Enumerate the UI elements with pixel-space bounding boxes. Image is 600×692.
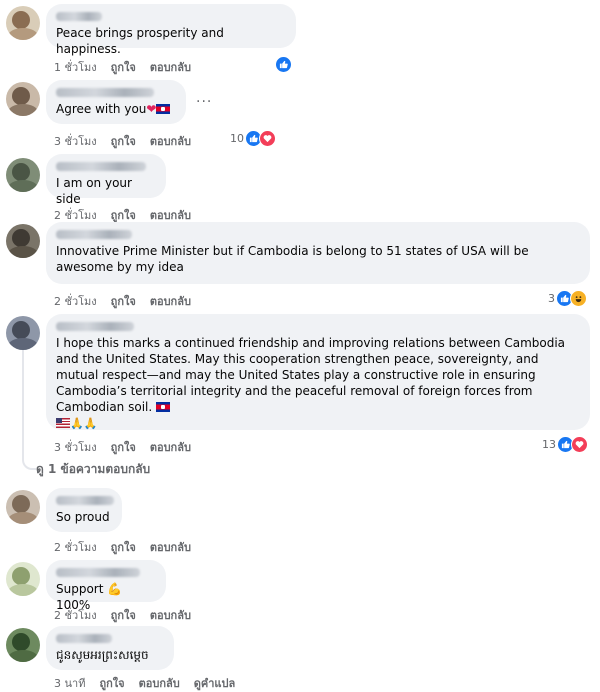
reply-thread-line: [22, 350, 36, 470]
reaction-summary[interactable]: 3: [548, 290, 587, 307]
comment-actions: 2 ชั่วโมง ถูกใจ ตอบกลับ: [54, 606, 191, 624]
comment-bubble: Support 💪 100%: [46, 560, 166, 612]
view-replies-link[interactable]: ดู 1 ข้อความตอบกลับ: [36, 460, 150, 479]
reply-button[interactable]: ตอบกลับ: [150, 292, 191, 310]
comment-time[interactable]: 2 ชั่วโมง: [54, 606, 97, 624]
avatar[interactable]: [6, 490, 40, 524]
comment-text: Innovative Prime Minister but if Cambodi…: [56, 244, 529, 274]
praying-hands-icon: 🙏🙏: [70, 417, 98, 430]
comment-time[interactable]: 3 ชั่วโมง: [54, 438, 97, 456]
reply-button[interactable]: ตอบกลับ: [150, 132, 191, 150]
comment-text: Agree with you: [56, 102, 147, 116]
comment-text: So proud: [56, 510, 110, 524]
reaction-summary[interactable]: [275, 56, 292, 73]
comment-bubble: So proud: [46, 488, 122, 532]
comment-time[interactable]: 1 ชั่วโมง: [54, 58, 97, 76]
author-name[interactable]: [56, 162, 146, 171]
avatar[interactable]: [6, 224, 40, 258]
comment-text: Support: [56, 582, 108, 596]
author-name[interactable]: [56, 12, 102, 21]
comment-text: ជូនសូមអរព្រះសម្តេច: [56, 648, 149, 662]
comment-text: Peace brings prosperity and happiness.: [56, 26, 224, 56]
reply-button[interactable]: ตอบกลับ: [139, 674, 180, 692]
reply-button[interactable]: ตอบกลับ: [150, 438, 191, 456]
haha-reaction-icon: [570, 290, 587, 307]
comment-actions: 3 ชั่วโมง ถูกใจ ตอบกลับ: [54, 438, 191, 456]
cambodia-flag-icon: [156, 402, 171, 412]
like-button[interactable]: ถูกใจ: [111, 438, 136, 456]
more-options-icon[interactable]: ···: [196, 94, 212, 110]
comment-actions: 3 นาที ถูกใจ ตอบกลับ ดูคำแปล: [54, 674, 235, 692]
like-button[interactable]: ถูกใจ: [111, 292, 136, 310]
reaction-count: 10: [230, 132, 244, 145]
author-name[interactable]: [56, 634, 112, 643]
like-button[interactable]: ถูกใจ: [111, 58, 136, 76]
avatar[interactable]: [6, 158, 40, 192]
author-name[interactable]: [56, 322, 134, 331]
like-reaction-icon: [275, 56, 292, 73]
comment-bubble: Innovative Prime Minister but if Cambodi…: [46, 222, 590, 284]
flexed-biceps-icon: 💪: [107, 582, 123, 596]
avatar[interactable]: [6, 82, 40, 116]
comment-actions: 1 ชั่วโมง ถูกใจ ตอบกลับ: [54, 58, 191, 76]
comment-time[interactable]: 3 ชั่วโมง: [54, 132, 97, 150]
author-name[interactable]: [56, 568, 140, 577]
like-button[interactable]: ถูกใจ: [111, 538, 136, 556]
comment-bubble: Peace brings prosperity and happiness.: [46, 4, 296, 56]
comment-bubble: ជូនសូមអរព្រះសម្តេច: [46, 626, 174, 670]
like-button[interactable]: ถูกใจ: [111, 132, 136, 150]
comment-bubble: Agree with you❤: [46, 80, 186, 124]
comment-actions: 2 ชั่วโมง ถูกใจ ตอบกลับ: [54, 538, 191, 556]
see-translation-button[interactable]: ดูคำแปล: [194, 674, 236, 692]
reply-button[interactable]: ตอบกลับ: [150, 58, 191, 76]
like-button[interactable]: ถูกใจ: [111, 606, 136, 624]
reaction-summary[interactable]: 10: [230, 130, 276, 147]
cambodia-flag-icon: [156, 104, 171, 114]
us-flag-icon: [56, 418, 70, 428]
author-name[interactable]: [56, 88, 154, 97]
comment-actions: 2 ชั่วโมง ถูกใจ ตอบกลับ: [54, 292, 191, 310]
comment-time[interactable]: 2 ชั่วโมง: [54, 538, 97, 556]
reaction-summary[interactable]: 13: [542, 436, 588, 453]
avatar[interactable]: [6, 628, 40, 662]
comment-bubble: I hope this marks a continued friendship…: [46, 314, 590, 430]
comment-text: I hope this marks a continued friendship…: [56, 336, 566, 414]
comment-bubble: I am on your side: [46, 154, 166, 206]
love-reaction-icon: [571, 436, 588, 453]
author-name[interactable]: [56, 230, 132, 239]
avatar[interactable]: [6, 6, 40, 40]
comment-time[interactable]: 3 นาที: [54, 674, 85, 692]
avatar[interactable]: [6, 316, 40, 350]
comment-time[interactable]: 2 ชั่วโมง: [54, 292, 97, 310]
heart-icon: ❤: [146, 102, 157, 116]
like-button[interactable]: ถูกใจ: [99, 674, 124, 692]
reaction-count: 3: [548, 292, 555, 305]
author-name[interactable]: [56, 496, 114, 505]
love-reaction-icon: [259, 130, 276, 147]
reaction-count: 13: [542, 438, 556, 451]
comment-actions: 3 ชั่วโมง ถูกใจ ตอบกลับ: [54, 132, 191, 150]
avatar[interactable]: [6, 562, 40, 596]
comment-text: I am on your side: [56, 176, 132, 206]
reply-button[interactable]: ตอบกลับ: [150, 606, 191, 624]
reply-button[interactable]: ตอบกลับ: [150, 538, 191, 556]
